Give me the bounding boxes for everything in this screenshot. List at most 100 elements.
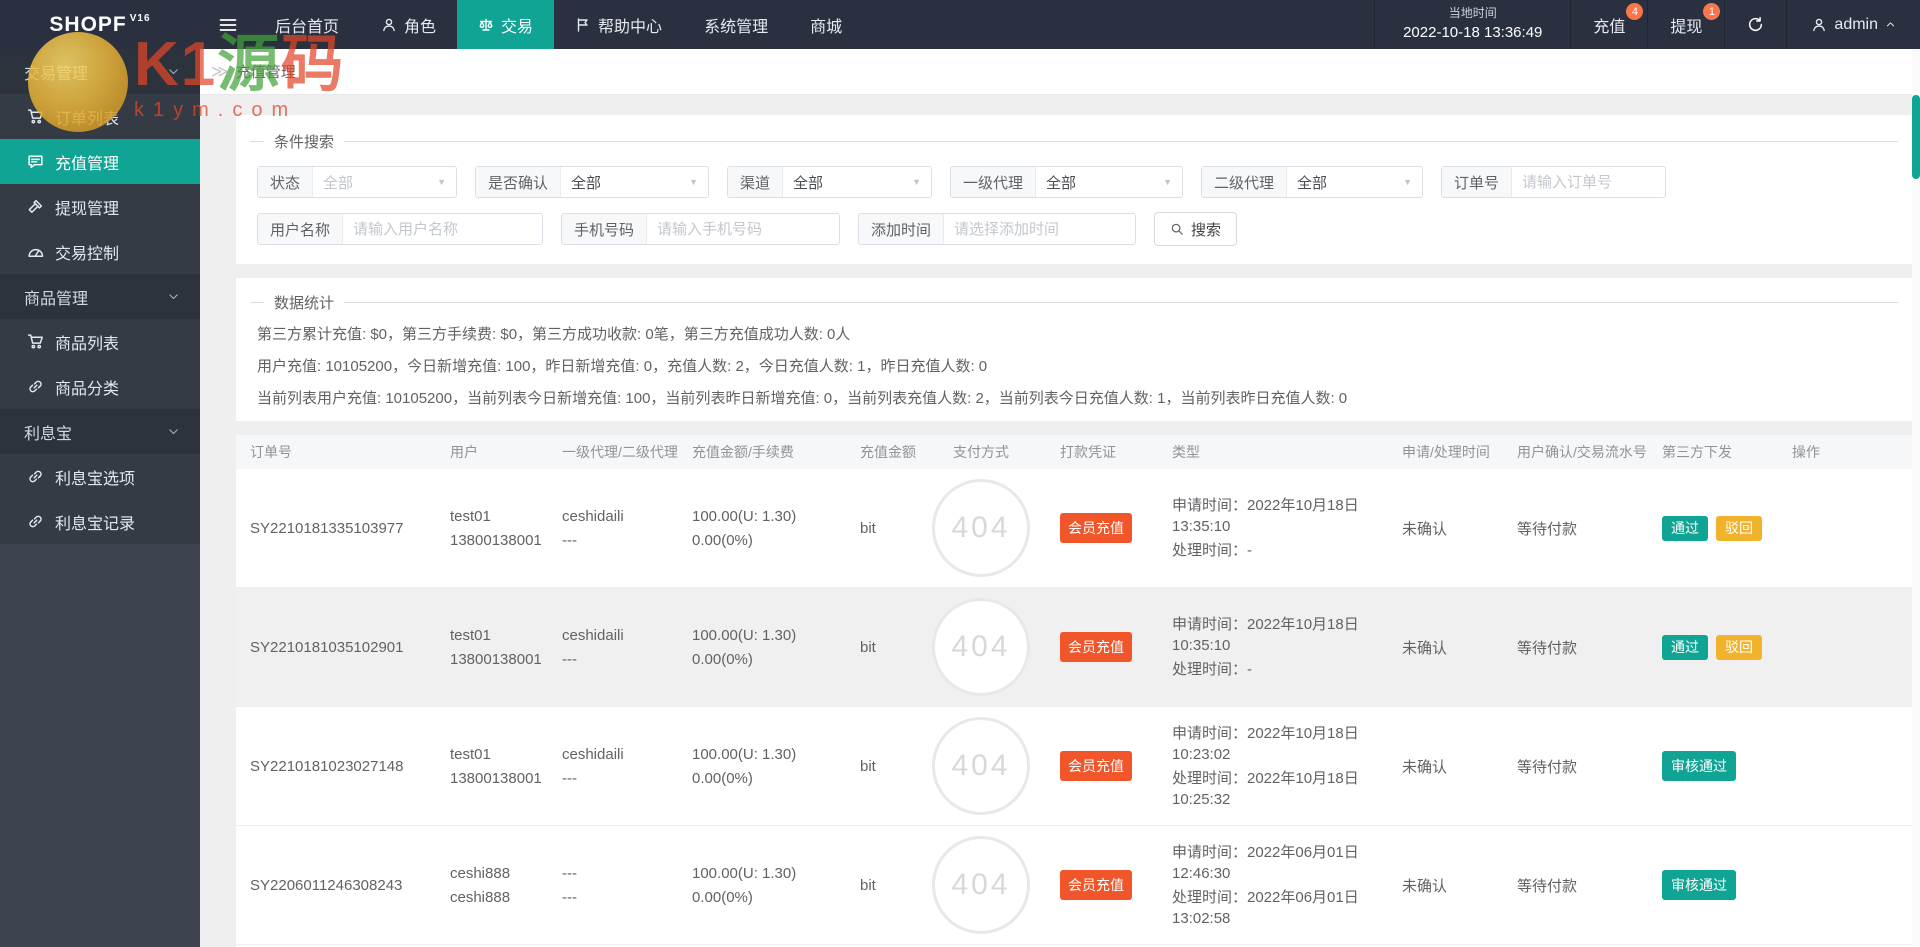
recharge-amount: 100.00(U: 1.30) [692, 864, 797, 882]
recharge-shortcut[interactable]: 充值 4 [1570, 0, 1647, 49]
image-404-text: 404 [951, 868, 1011, 901]
nav-left: 后台首页 角色 交易 帮助中心 系统管理 商城 [200, 0, 1374, 49]
image-404-text: 404 [951, 630, 1011, 663]
order-no-input[interactable] [1512, 173, 1665, 191]
withdraw-shortcut[interactable]: 提现 1 [1647, 0, 1724, 49]
recharge-amount: 100.00(U: 1.30) [692, 626, 797, 644]
payment-proof-image[interactable]: 404 [932, 717, 1030, 815]
filter-label: 是否确认 [476, 167, 562, 197]
recharge-badge: 4 [1626, 3, 1644, 20]
username-input[interactable] [343, 220, 542, 238]
withdraw-badge: 1 [1703, 3, 1721, 20]
sidebar: 交易管理 订单列表充值管理提现管理 交易控制 商品管理 商品列表 商品分类 利息宝 利息宝选项… [0, 49, 200, 947]
column-header: 充值金额 [860, 444, 916, 460]
nav-mall[interactable]: 商城 [789, 0, 863, 49]
reject-button[interactable]: 驳回 [1716, 634, 1762, 660]
refresh-button[interactable] [1724, 0, 1786, 49]
user-menu[interactable]: admin [1786, 0, 1920, 49]
payment-proof-image[interactable]: 404 [932, 836, 1030, 934]
column-header: 申请/处理时间 [1402, 444, 1490, 460]
confirm-status: 未确认 [1402, 877, 1448, 895]
apply-time: 申请时间：2022年10月18日 10:35:10 [1172, 616, 1359, 654]
nav-item-label: 交易 [501, 18, 534, 36]
recharge-shortcut-label: 充值 [1593, 18, 1626, 36]
apply-time: 申请时间：2022年10月18日 13:35:10 [1172, 497, 1359, 535]
sidebar-group-trade[interactable]: 交易管理 [0, 49, 200, 94]
payment-proof-image[interactable]: 404 [932, 598, 1030, 696]
sidebar-item-order-list[interactable]: 订单列表 [0, 94, 200, 139]
filter-label: 二级代理 [1202, 167, 1288, 197]
withdraw-shortcut-label: 提现 [1670, 18, 1703, 36]
scrollbar-thumb[interactable] [1912, 95, 1920, 179]
recharge-fee: 0.00(0%) [692, 531, 753, 549]
sidebar-item-label: 充值管理 [55, 155, 120, 173]
sidebar-item-trade-control[interactable]: 交易控制 [0, 229, 200, 274]
image-404-text: 404 [951, 749, 1011, 782]
menu-toggle-icon[interactable] [218, 15, 238, 35]
recharge-amount: 100.00(U: 1.30) [692, 745, 797, 763]
nav-roles[interactable]: 角色 [360, 0, 457, 49]
sidebar-item-lixibao-options[interactable]: 利息宝选项 [0, 454, 200, 499]
recharge-fee: 0.00(0%) [692, 769, 753, 787]
sidebar-item-goods-category[interactable]: 商品分类 [0, 364, 200, 409]
chevron-down-icon [167, 290, 180, 303]
order-no: SY2210181023027148 [250, 757, 404, 775]
nav-system[interactable]: 系统管理 [683, 0, 789, 49]
agent2-filter[interactable]: 二级代理 全部 ▼ [1201, 166, 1423, 198]
status-filter[interactable]: 状态 全部 ▼ [257, 166, 457, 198]
sidebar-item-lixibao-records[interactable]: 利息宝记录 [0, 499, 200, 544]
type-badge: 会员充值 [1060, 513, 1132, 543]
link-icon [27, 468, 44, 485]
nav-trade[interactable]: 交易 [457, 0, 555, 49]
nav-dashboard[interactable]: 后台首页 [254, 0, 360, 49]
nav-item-label: 系统管理 [704, 18, 769, 36]
process-time: 处理时间：2022年06月01日 13:02:58 [1172, 888, 1359, 927]
refresh-icon [1747, 16, 1764, 33]
sidebar-item-recharge[interactable]: 充值管理 [0, 139, 200, 184]
column-header: 类型 [1172, 444, 1200, 460]
logo-text: SHOPF [49, 12, 127, 36]
sidebar-item-goods-list[interactable]: 商品列表 [0, 319, 200, 364]
phone-input[interactable] [647, 220, 839, 238]
recharge-table: 订单号 用户 一级代理/二级代理 充值金额/手续费 充值金额 支付方式 打款凭证 类型 申请/处… [236, 435, 1912, 947]
sidebar-group-goods[interactable]: 商品管理 [0, 274, 200, 319]
approve-button[interactable]: 通过 [1662, 515, 1708, 541]
approved-badge: 审核通过 [1662, 751, 1736, 781]
reject-button[interactable]: 驳回 [1716, 515, 1762, 541]
page-scrollbar[interactable] [1912, 49, 1920, 947]
filter-label: 渠道 [728, 167, 784, 197]
confirm-filter[interactable]: 是否确认 全部 ▼ [475, 166, 709, 198]
user-name: test01 [450, 507, 491, 525]
third-party-cell: 通过 驳回 [1648, 634, 1778, 660]
user-name: ceshi888 [450, 864, 511, 882]
search-button[interactable]: 搜索 [1154, 212, 1238, 246]
nav-help[interactable]: 帮助中心 [554, 0, 683, 49]
filter-row-1: 状态 全部 ▼ 是否确认 全部 ▼ 渠道 全部 ▼ 一级代理 全部 ▼ 二级代理 全部 ▼ 订单号 [257, 166, 1898, 198]
payment-proof-image[interactable]: 404 [932, 479, 1030, 577]
approve-button[interactable]: 通过 [1662, 634, 1708, 660]
agent-level1: ceshidaili [562, 626, 624, 644]
chevron-down-icon: ▼ [689, 177, 698, 187]
breadcrumb-icon: ≫ [211, 61, 229, 81]
phone-input-box: 手机号码 [561, 213, 840, 245]
user-phone: ceshi888 [450, 888, 511, 906]
order-no: SY2210181335103977 [250, 519, 404, 537]
type-badge: 会员充值 [1060, 751, 1132, 781]
local-time-block: 当地时间 2022-10-18 13:36:49 [1374, 0, 1570, 49]
filter-label: 手机号码 [562, 214, 648, 244]
sidebar-item-withdraw[interactable]: 提现管理 [0, 184, 200, 229]
order-no: SY2206011246308243 [250, 876, 403, 894]
sidebar-items: 交易管理 订单列表充值管理提现管理 交易控制 商品管理 商品列表 商品分类 利息宝 利息宝选项… [0, 49, 200, 544]
order-no: SY2210181035102901 [250, 638, 404, 656]
pay-currency: bit [860, 876, 876, 894]
pay-currency: bit [860, 519, 876, 537]
filter-label: 订单号 [1442, 167, 1513, 197]
add-time-input[interactable] [944, 220, 1135, 238]
agent-level1: ceshidaili [562, 507, 624, 525]
sidebar-group-lixibao[interactable]: 利息宝 [0, 409, 200, 454]
agent1-filter[interactable]: 一级代理 全部 ▼ [950, 166, 1183, 198]
breadcrumb: ≫ 充值管理 [200, 49, 1920, 95]
add-time-input-box: 添加时间 [858, 213, 1136, 245]
channel-filter[interactable]: 渠道 全部 ▼ [727, 166, 932, 198]
nav-right: 当地时间 2022-10-18 13:36:49 充值 4 提现 1 admin [1374, 0, 1920, 49]
